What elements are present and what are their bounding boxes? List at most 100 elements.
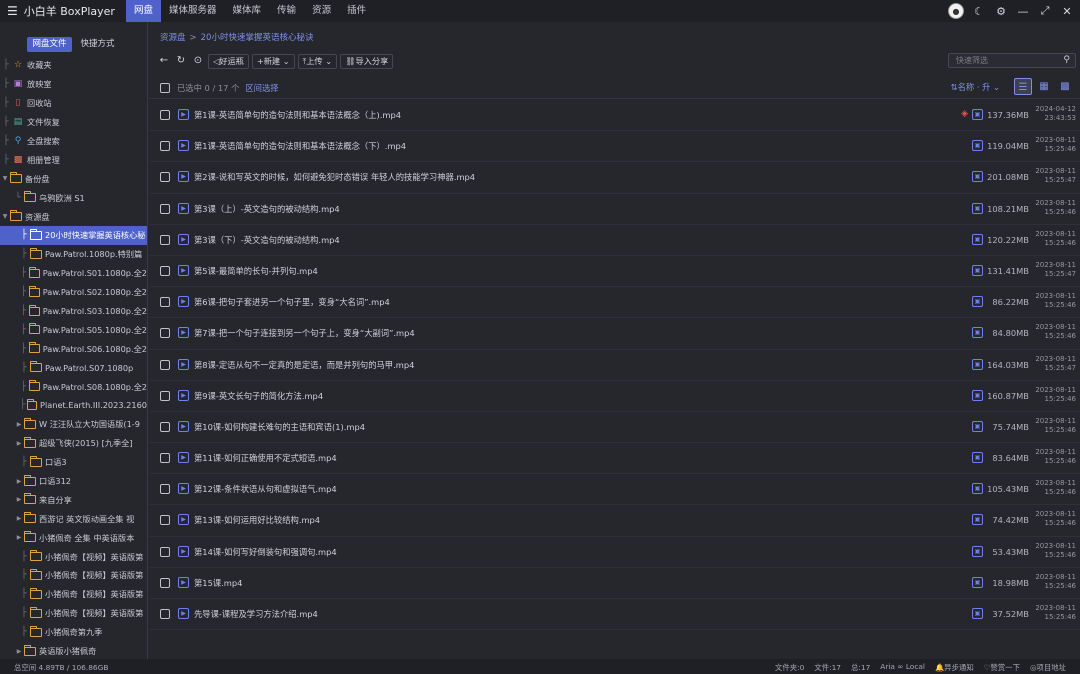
tag-icon[interactable]: ◈ <box>961 109 968 119</box>
tree-item-folder[interactable]: ├ 小猪佩奇【视频】英语版第 <box>0 585 147 604</box>
tab-shortcuts[interactable]: 快捷方式 <box>76 37 120 52</box>
tree-item-folder[interactable]: ├ 小猪佩奇【视频】英语版第 <box>0 566 147 585</box>
file-row[interactable]: ▶ 先导课-课程及学习方法介绍.mp4 ▣ 37.52MB 2023-08-11 15:2… <box>149 599 1080 631</box>
row-checkbox[interactable] <box>160 390 170 401</box>
subtitle-icon[interactable]: ▣ <box>972 296 983 308</box>
subtitle-icon[interactable]: ▣ <box>972 389 983 401</box>
row-checkbox[interactable] <box>160 359 170 370</box>
row-checkbox[interactable] <box>160 609 170 619</box>
grid-view-icon[interactable]: ▦ <box>1035 78 1053 95</box>
file-row[interactable]: ▶ 第10课-如何构建长难句的主语和宾语(1).mp4 ▣ 75.74MB 2023-0… <box>149 412 1080 444</box>
tree-item-folder[interactable]: ▶ W 汪汪队立大功国语版(1-9 <box>0 415 147 434</box>
sort-control[interactable]: ⇅名称 · 升 ⌄ <box>951 81 1000 93</box>
file-row[interactable]: ▶ 第1课-英语简单句的造句法则和基本语法概念（上).mp4 ◈ ▣ 137.36MB 2… <box>149 100 1080 132</box>
chevron-right-icon[interactable]: ▶ <box>14 496 24 503</box>
subtitle-icon[interactable]: ▣ <box>972 358 983 370</box>
row-checkbox[interactable] <box>160 421 170 432</box>
row-checkbox[interactable] <box>160 297 170 308</box>
chevron-right-icon[interactable]: ▶ <box>14 648 24 655</box>
row-checkbox[interactable] <box>160 328 170 339</box>
subtitle-icon[interactable]: ▣ <box>972 608 983 619</box>
row-checkbox[interactable] <box>160 203 170 214</box>
tree-item-folder[interactable]: ▶ 超级飞侠(2015) [九季全] <box>0 434 147 453</box>
subtitle-icon[interactable]: ▣ <box>972 483 983 495</box>
new-button[interactable]: +新建 ⌄ <box>251 53 295 69</box>
file-row[interactable]: ▶ 第7课-把一个句子连接到另一个句子上，变身“大副词”.mp4 ▣ 84.80MB 2… <box>149 318 1080 350</box>
file-row[interactable]: ▶ 第1课-英语简单句的造句法则和基本语法概念（下）.mp4 ▣ 119.04MB 20… <box>149 131 1080 163</box>
upload-button[interactable]: ⤒上传 ⌄ <box>297 53 338 69</box>
aria-status[interactable]: Aria ∞ Local <box>880 662 925 673</box>
tree-item-folder[interactable]: ├ Paw.Patrol.S07.1080p <box>0 358 147 377</box>
tree-item-folder[interactable]: ├ 小猪佩奇第九季 <box>0 623 147 642</box>
haoyun-button[interactable]: ◁好运瓶 <box>208 53 249 69</box>
tree-item-backup-drive[interactable]: ▼ 备份盘 <box>0 169 147 188</box>
tree-item-folder[interactable]: ▶ 来自分享 <box>0 490 147 509</box>
tab-netdisk-files[interactable]: 网盘文件 <box>27 37 72 52</box>
large-grid-view-icon[interactable]: ▩ <box>1056 78 1074 95</box>
import-share-button[interactable]: ⛓导入分享 <box>340 53 394 69</box>
tree-item-folder[interactable]: ▶ 口语312 <box>0 472 147 491</box>
subtitle-icon[interactable]: ▣ <box>972 576 983 588</box>
subtitle-icon[interactable]: ▣ <box>972 171 983 183</box>
tree-item-folder[interactable]: ├ Paw.Patrol.S01.1080p.全2 <box>0 264 147 283</box>
row-checkbox[interactable] <box>160 546 170 557</box>
file-row[interactable]: ▶ 第15课.mp4 ▣ 18.98MB 2023-08-11 15:25:46 <box>149 568 1080 599</box>
nav-transfer[interactable]: 传输 <box>269 0 304 22</box>
select-all-checkbox[interactable] <box>160 83 170 93</box>
file-row[interactable]: ▶ 第13课-如何运用好比较结构.mp4 ▣ 74.42MB 2023-08-11 15:… <box>149 505 1080 537</box>
chevron-right-icon[interactable]: ▶ <box>14 421 24 428</box>
chevron-down-icon[interactable]: ▼ <box>0 175 10 182</box>
file-row[interactable]: ▶ 第3课（上）-英文造句的被动结构.mp4 ▣ 108.21MB 2023-08-11… <box>149 194 1080 225</box>
range-select-link[interactable]: 区间选择 <box>245 83 278 93</box>
project-link[interactable]: ◎项目地址 <box>1030 662 1066 673</box>
tree-item-folder[interactable]: ├ Paw.Patrol.S05.1080p.全2 <box>0 320 147 339</box>
tree-item-recycle-bin[interactable]: ├ ▯ 回收站 <box>0 94 147 113</box>
dark-mode-icon[interactable]: ☾ <box>972 5 986 18</box>
subtitle-icon[interactable]: ▣ <box>972 420 983 432</box>
chevron-right-icon[interactable]: ▶ <box>14 515 24 522</box>
nav-netdisk[interactable]: 网盘 <box>126 0 162 22</box>
subtitle-icon[interactable]: ▣ <box>972 264 983 276</box>
nav-media-server[interactable]: 媒体服务器 <box>161 0 225 22</box>
tree-item-folder[interactable]: ├ Paw.Patrol.S02.1080p.全2 <box>0 283 147 302</box>
target-icon[interactable]: ⊙ <box>191 54 205 68</box>
close-icon[interactable]: ✕ <box>1060 5 1074 18</box>
tree-item-file-restore[interactable]: ├ ▤ 文件恢复 <box>0 113 147 132</box>
nav-media-library[interactable]: 媒体库 <box>225 0 270 22</box>
notify-link[interactable]: 🔔异步通知 <box>935 662 974 673</box>
file-row[interactable]: ▶ 第9课-英文长句子的简化方法.mp4 ▣ 160.87MB 2023-08-11 15… <box>149 381 1080 412</box>
row-checkbox[interactable] <box>160 172 170 183</box>
tree-item-folder[interactable]: └ 乌鸦欧洲 S1 <box>0 188 147 207</box>
tree-item-folder[interactable]: ├ Planet.Earth.III.2023.2160 <box>0 396 147 415</box>
subtitle-icon[interactable]: ▣ <box>972 140 983 152</box>
avatar[interactable]: ● <box>948 3 964 19</box>
file-row[interactable]: ▶ 第2课-说和写英文的时候，如何避免犯时态错误 年轻人的技能学习神器.mp4 ▣ 2… <box>149 162 1080 194</box>
gear-icon[interactable]: ⚙ <box>994 5 1008 18</box>
list-view-icon[interactable]: ☰ <box>1014 78 1032 95</box>
tree-item-folder[interactable]: ▶ 西游记 英文版动画全集 视 <box>0 509 147 528</box>
breadcrumb-current[interactable]: 20小时快速掌握英语核心秘诀 <box>201 33 314 43</box>
subtitle-icon[interactable]: ▣ <box>972 514 983 526</box>
tree-item-album[interactable]: ├ ▩ 相册管理 <box>0 150 147 169</box>
tree-item-folder[interactable]: ▶ 英语版小猪佩奇 <box>0 642 147 659</box>
file-row[interactable]: ▶ 第5课-最简单的长句-并列句.mp4 ▣ 131.41MB 2023-08-11 15… <box>149 256 1080 288</box>
tree-item-folder[interactable]: ▶ 小猪佩奇 全集 中英语版本 <box>0 528 147 547</box>
subtitle-icon[interactable]: ▣ <box>972 327 983 339</box>
search-icon[interactable]: ⚲ <box>1063 54 1070 67</box>
refresh-icon[interactable]: ↻ <box>174 54 188 68</box>
tree-item-folder[interactable]: ├ 小猪佩奇【视频】英语版第 <box>0 604 147 623</box>
subtitle-icon[interactable]: ▣ <box>972 545 983 557</box>
file-row[interactable]: ▶ 第11课-如何正确使用不定式短语.mp4 ▣ 83.64MB 2023-08-11 1… <box>149 443 1080 475</box>
back-icon[interactable]: ← <box>157 54 171 68</box>
row-checkbox[interactable] <box>160 234 170 245</box>
subtitle-icon[interactable]: ▣ <box>972 202 983 214</box>
row-checkbox[interactable] <box>160 141 170 152</box>
file-row[interactable]: ▶ 第12课-条件状语从句和虚拟语气.mp4 ▣ 105.43MB 2023-08-11… <box>149 474 1080 506</box>
row-checkbox[interactable] <box>160 515 170 526</box>
nav-resources[interactable]: 资源 <box>304 0 339 22</box>
tree-item-global-search[interactable]: ├ ⚲ 全盘搜索 <box>0 132 147 151</box>
tree-item-folder[interactable]: ├ Paw.Patrol.S06.1080p.全2 <box>0 339 147 358</box>
row-checkbox[interactable] <box>160 110 170 120</box>
menu-icon[interactable]: ☰ <box>7 4 18 18</box>
file-row[interactable]: ▶ 第8课-定语从句不一定真的是定语，而是并列句的马甲.mp4 ▣ 164.03MB 2… <box>149 350 1080 381</box>
